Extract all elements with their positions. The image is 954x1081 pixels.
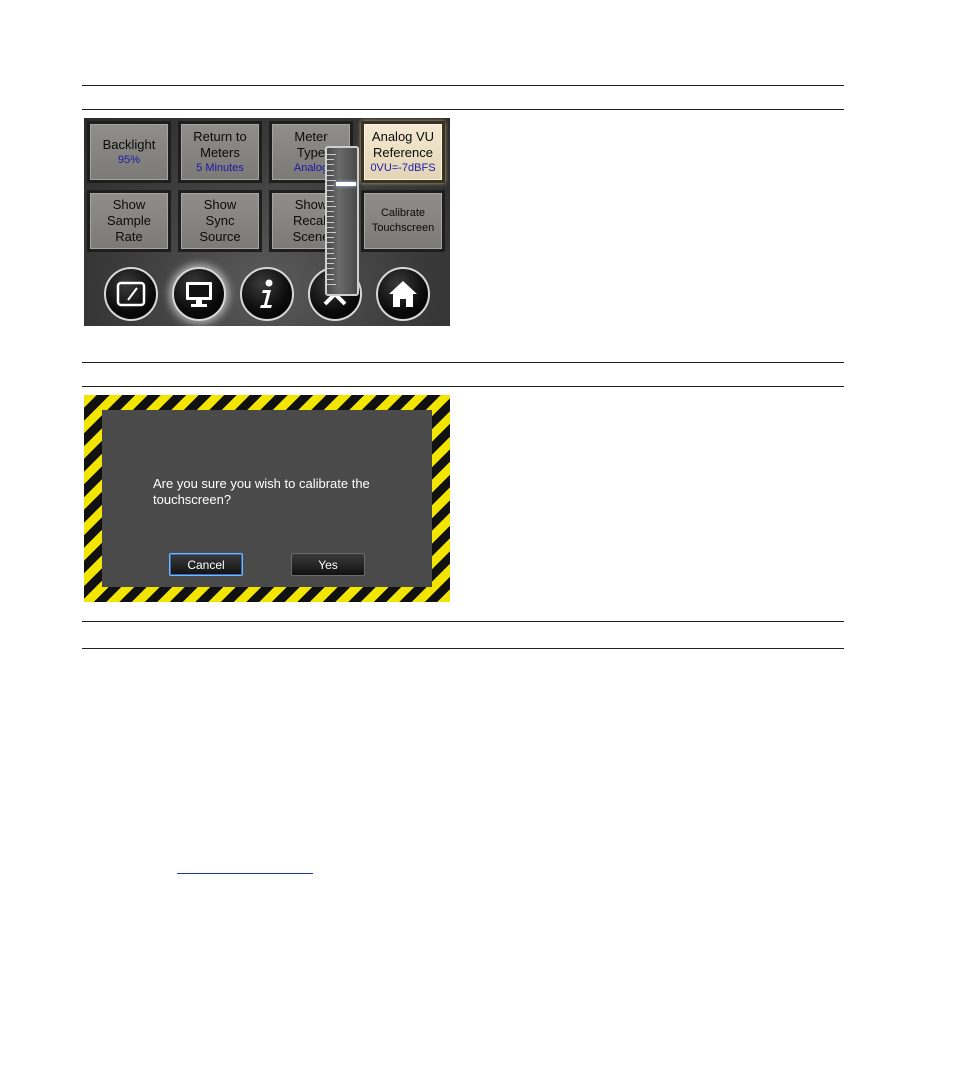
- hyperlink-underline[interactable]: [177, 873, 313, 874]
- slider-tick: [327, 190, 334, 192]
- yes-button[interactable]: Yes: [291, 553, 365, 576]
- slider-tick: [327, 216, 334, 218]
- divider: [82, 386, 844, 387]
- confirm-dialog: Are you sure you wish to calibrate the t…: [102, 410, 432, 587]
- button-label: Backlight: [102, 137, 156, 152]
- slider-tick: [327, 226, 334, 228]
- slider-tick: [327, 268, 334, 270]
- slider-tick: [327, 159, 334, 161]
- slider-tick: [327, 200, 334, 202]
- button-label: Analog VU Reference: [371, 129, 435, 160]
- slider-tick: [327, 174, 334, 176]
- button-label: Show Sync Source: [199, 197, 241, 244]
- slider-tick: [327, 185, 334, 187]
- backlight-button[interactable]: Backlight 95%: [87, 121, 171, 183]
- cancel-button[interactable]: Cancel: [169, 553, 243, 576]
- button-value: Analog: [293, 162, 329, 174]
- slider-tick: [327, 278, 334, 280]
- slider-knob[interactable]: [336, 182, 356, 186]
- slider-tick: [327, 154, 336, 155]
- settings-panel-screenshot: Backlight 95% Return to Meters 5 Minutes…: [84, 118, 450, 326]
- slider-tick: [327, 180, 336, 181]
- calibrate-touchscreen-button[interactable]: Calibrate Touchscreen: [361, 190, 445, 252]
- vu-reference-slider[interactable]: [325, 146, 359, 296]
- divider: [82, 621, 844, 622]
- show-sample-rate-button[interactable]: Show Sample Rate: [87, 190, 171, 252]
- slider-tick: [327, 252, 334, 254]
- meter-icon[interactable]: [104, 267, 158, 321]
- slider-tick: [327, 221, 334, 223]
- button-value: 5 Minutes: [196, 162, 244, 174]
- slider-tick: [327, 258, 336, 259]
- slider-tick: [327, 195, 334, 197]
- slider-tick: [327, 284, 336, 285]
- button-value: 95%: [117, 154, 141, 166]
- slider-tick: [327, 273, 334, 275]
- return-to-meters-button[interactable]: Return to Meters 5 Minutes: [178, 121, 262, 183]
- calibrate-dialog-screenshot: Are you sure you wish to calibrate the t…: [84, 395, 450, 602]
- slider-tick: [327, 247, 334, 249]
- button-label: Calibrate Touchscreen: [371, 207, 435, 234]
- monitor-icon[interactable]: [172, 267, 226, 321]
- divider: [82, 85, 844, 86]
- slider-tick: [327, 211, 334, 213]
- slider-tick: [327, 169, 334, 171]
- dialog-message: Are you sure you wish to calibrate the t…: [153, 476, 370, 507]
- slider-tick: [327, 237, 334, 239]
- slider-tick: [327, 206, 336, 207]
- divider: [82, 648, 844, 649]
- divider: [82, 109, 844, 110]
- analog-vu-reference-button[interactable]: Analog VU Reference 0VU=-7dBFS: [361, 121, 445, 183]
- button-value: 0VU=-7dBFS: [370, 162, 436, 174]
- slider-tick: [327, 164, 334, 166]
- slider-tick: [327, 242, 334, 244]
- button-label: Return to Meters: [193, 129, 247, 160]
- show-sync-source-button[interactable]: Show Sync Source: [178, 190, 262, 252]
- slider-tick: [327, 263, 334, 265]
- divider: [82, 362, 844, 363]
- home-icon[interactable]: [376, 267, 430, 321]
- slider-tick: [327, 232, 336, 233]
- button-label: Show Sample Rate: [106, 197, 152, 244]
- info-icon[interactable]: [240, 267, 294, 321]
